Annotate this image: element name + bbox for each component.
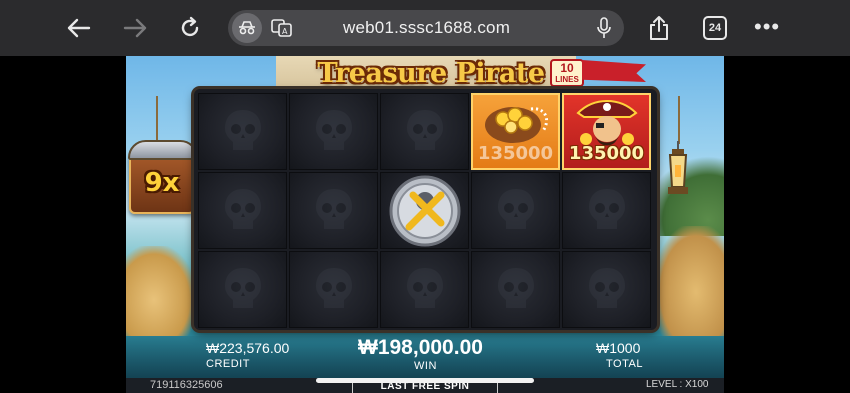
treasure-chest-symbol: 135000 bbox=[471, 93, 560, 170]
reel-cell-empty bbox=[471, 172, 560, 249]
share-icon[interactable] bbox=[642, 12, 676, 44]
skull-icon bbox=[498, 268, 534, 308]
reel-cell-empty bbox=[562, 172, 651, 249]
reel-grid: 135000 135000 bbox=[194, 89, 657, 330]
skull-icon bbox=[316, 189, 352, 229]
total-bet-value: ₩1000 bbox=[596, 340, 641, 356]
address-bar[interactable]: A web01.sssc1688.com bbox=[228, 10, 624, 46]
rope bbox=[678, 96, 680, 144]
reel-cell-empty bbox=[198, 251, 287, 328]
win-value: ₩198,000.00 bbox=[358, 336, 483, 359]
treasure-sand-left bbox=[126, 246, 196, 336]
reel-cell-empty bbox=[289, 93, 378, 170]
treasure-sand-right bbox=[654, 226, 724, 336]
lines-badge: 10 LINES bbox=[550, 59, 584, 87]
credit-label: CREDIT bbox=[206, 358, 250, 370]
prize-amount: 135000 bbox=[477, 143, 554, 164]
forward-arrow-icon[interactable] bbox=[118, 12, 152, 44]
reel-cell-empty bbox=[289, 251, 378, 328]
back-arrow-icon[interactable] bbox=[62, 12, 96, 44]
url-text[interactable]: web01.sssc1688.com bbox=[343, 18, 510, 38]
pirate-captain-symbol: 135000 bbox=[562, 93, 651, 170]
svg-text:A: A bbox=[282, 27, 288, 36]
reel-cell-empty bbox=[562, 251, 651, 328]
microphone-icon[interactable] bbox=[592, 17, 616, 39]
win-label: WIN bbox=[414, 360, 437, 372]
prize-amount: 135000 bbox=[568, 143, 645, 164]
reel-cell-empty bbox=[198, 93, 287, 170]
silver-x-coin-symbol bbox=[380, 172, 469, 249]
chest-lid bbox=[128, 140, 198, 160]
game-title: Treasure Pirate bbox=[317, 58, 545, 89]
skull-icon bbox=[589, 189, 625, 229]
reel-cell-empty bbox=[471, 251, 560, 328]
skull-icon bbox=[225, 189, 261, 229]
skull-icon bbox=[316, 268, 352, 308]
skull-icon bbox=[407, 110, 443, 150]
multiplier-chest: 9x bbox=[128, 140, 198, 214]
lines-number: 10 bbox=[560, 61, 574, 75]
credit-value: ₩223,576.00 bbox=[206, 340, 290, 356]
reel-cell-empty bbox=[289, 172, 378, 249]
skull-icon bbox=[498, 189, 534, 229]
session-id: 719116325606 bbox=[150, 379, 223, 391]
translate-icon[interactable]: A bbox=[270, 17, 294, 39]
skull-icon bbox=[589, 268, 625, 308]
pirate-flag-icon bbox=[582, 60, 646, 82]
skull-icon bbox=[225, 110, 261, 150]
skull-icon bbox=[407, 268, 443, 308]
silver-x-coin-icon bbox=[389, 175, 461, 247]
level-indicator: LEVEL : X100 bbox=[646, 379, 709, 390]
reel-cell-empty bbox=[380, 93, 469, 170]
browser-toolbar: A web01.sssc1688.com 24 ••• bbox=[0, 0, 850, 56]
lantern-icon bbox=[668, 141, 688, 194]
reel-cell-empty bbox=[198, 172, 287, 249]
tabs-icon[interactable]: 24 bbox=[703, 16, 727, 40]
home-indicator[interactable] bbox=[316, 378, 534, 383]
skull-icon bbox=[316, 110, 352, 150]
lines-label: LINES bbox=[555, 75, 579, 84]
multiplier-value: 9x bbox=[144, 168, 180, 198]
total-bet-label: TOTAL bbox=[606, 358, 643, 370]
reload-icon[interactable] bbox=[173, 12, 207, 44]
skull-icon bbox=[225, 268, 261, 308]
game-canvas[interactable]: Treasure Pirate 10 LINES 9x 135000 13500… bbox=[126, 56, 724, 393]
incognito-icon[interactable] bbox=[232, 13, 262, 43]
reel-cell-empty bbox=[380, 251, 469, 328]
more-icon[interactable]: ••• bbox=[754, 14, 780, 40]
